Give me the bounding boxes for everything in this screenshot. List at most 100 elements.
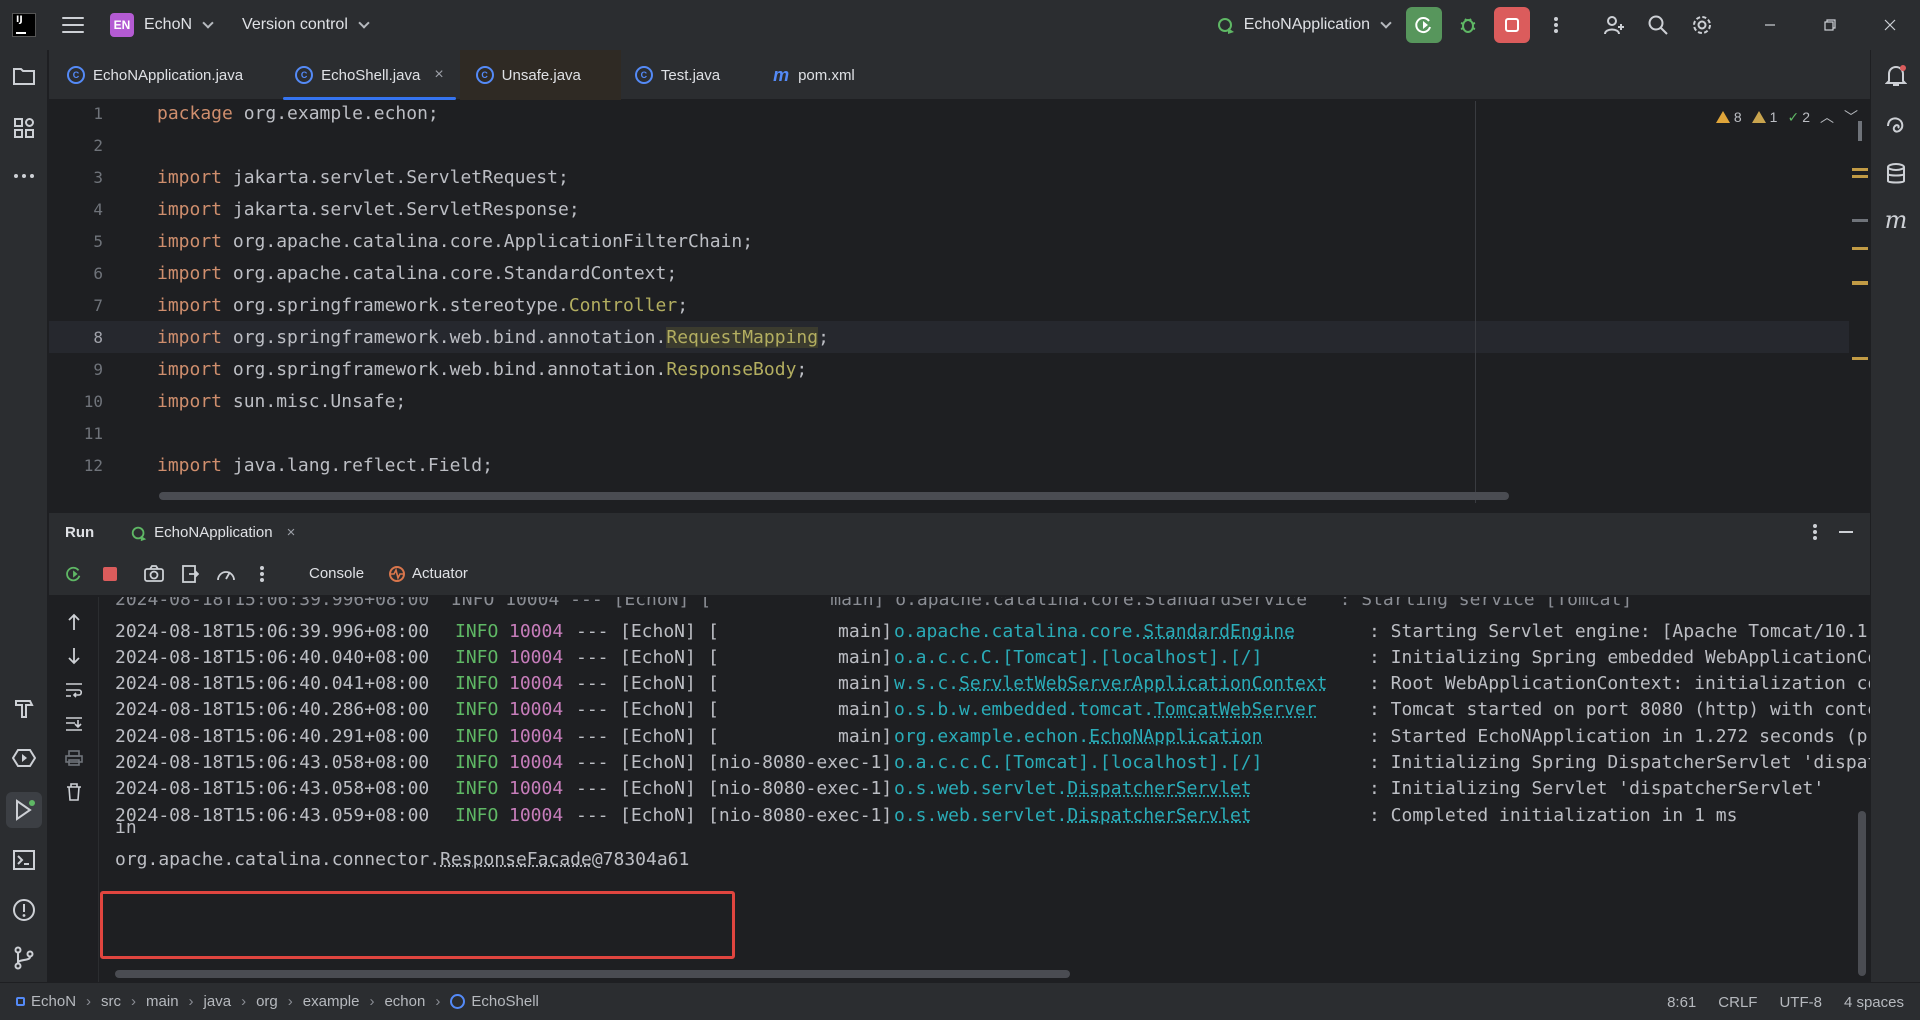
more-actions-button[interactable] — [1538, 7, 1574, 43]
print-icon[interactable] — [63, 747, 85, 769]
line-number[interactable]: 11 — [49, 424, 103, 443]
structure-tool-button[interactable] — [12, 116, 36, 140]
chevron-down-icon[interactable] — [202, 17, 214, 29]
debug-button[interactable] — [1450, 7, 1486, 43]
minimize-button[interactable] — [1740, 0, 1800, 50]
soft-wrap-icon[interactable] — [63, 679, 85, 701]
logger-class-link[interactable]: DispatcherServlet — [1067, 805, 1251, 826]
breadcrumb-item[interactable]: echon — [384, 993, 425, 1010]
close-tab-icon[interactable]: × — [434, 66, 443, 84]
code-line[interactable]: 7 import org.springframework.stereotype.C… — [49, 289, 1849, 321]
log-logger[interactable]: o.a.c.c.C.[Tomcat].[localhost].[/] — [894, 752, 1369, 773]
stop-button[interactable] — [1494, 7, 1530, 43]
close-tab-icon[interactable]: × — [287, 524, 296, 541]
log-logger[interactable]: o.a.c.c.C.[Tomcat].[localhost].[/] — [894, 647, 1369, 668]
project-name[interactable]: EchoN — [144, 16, 192, 34]
code-editor[interactable]: 1 package org.example.echon; 2 3 import jaka… — [49, 101, 1870, 503]
editor-horizontal-scrollbar[interactable] — [159, 492, 1509, 500]
line-number[interactable]: 8 — [49, 328, 103, 347]
code-line[interactable]: 5 import org.apache.catalina.core.Applica… — [49, 225, 1849, 257]
code-line[interactable]: 9 import org.springframework.web.bind.ann… — [49, 353, 1849, 385]
tab-pom[interactable]: m pom.xml — [756, 50, 871, 100]
main-menu-icon[interactable] — [62, 17, 84, 33]
chevron-down-icon[interactable] — [1380, 17, 1392, 29]
tab-unsafe[interactable]: C Unsafe.java — [459, 50, 621, 100]
logger-class-link[interactable]: ServletWebServerApplicationContext — [959, 673, 1327, 694]
tab-console[interactable]: Console — [301, 565, 372, 582]
tab-echoshell[interactable]: C EchoShell.java × — [279, 50, 460, 100]
more-vertical-icon[interactable] — [251, 563, 273, 585]
scroll-to-end-icon[interactable] — [63, 713, 85, 735]
code-line[interactable]: 3 import jakarta.servlet.ServletRequest; — [49, 161, 1849, 193]
logger-class-link[interactable]: StandardEngine — [1143, 621, 1295, 642]
version-control-menu[interactable]: Version control — [242, 16, 348, 34]
add-user-button[interactable] — [1596, 7, 1632, 43]
stop-icon[interactable] — [99, 563, 121, 585]
tab-test[interactable]: C Test.java — [621, 50, 756, 100]
notifications-button[interactable] — [1884, 64, 1908, 88]
breadcrumb-item[interactable]: org — [256, 993, 278, 1010]
line-number[interactable]: 2 — [49, 136, 103, 155]
chevron-down-icon[interactable] — [358, 17, 370, 29]
log-logger[interactable]: o.apache.catalina.core.StandardEngine — [894, 621, 1369, 642]
more-vertical-icon[interactable] — [1812, 523, 1818, 541]
line-number[interactable]: 3 — [49, 168, 103, 187]
problems-tool-button[interactable] — [12, 898, 36, 922]
tab-echonapplication[interactable]: C EchoNApplication.java — [49, 50, 259, 100]
file-encoding[interactable]: UTF-8 — [1779, 994, 1822, 1011]
gauge-icon[interactable] — [215, 563, 237, 585]
scroll-thumb[interactable] — [1858, 121, 1862, 141]
console-output[interactable]: 2024-08-18T15:06:39.996+08:00 INFO 10004… — [100, 597, 1870, 982]
inspection-widget[interactable]: 8 1 ✓ 2 ︿ ﹀ — [1715, 107, 1858, 127]
arrow-up-icon[interactable] — [63, 611, 85, 633]
console-vertical-scrollbar[interactable] — [1858, 811, 1866, 976]
line-number[interactable]: 4 — [49, 200, 103, 219]
logger-class-link[interactable]: EchoNApplication — [1089, 726, 1262, 747]
settings-button[interactable] — [1684, 7, 1720, 43]
tab-actuator[interactable]: Actuator — [388, 565, 468, 583]
log-logger[interactable]: w.s.c.ServletWebServerApplicationContext — [894, 673, 1369, 694]
run-config-selector[interactable]: EchoNApplication — [1216, 15, 1392, 35]
search-button[interactable] — [1640, 7, 1676, 43]
ai-assistant-button[interactable] — [1884, 114, 1908, 138]
project-badge[interactable]: EN — [110, 13, 134, 37]
project-tool-button[interactable] — [12, 64, 36, 88]
code-line[interactable]: 12 import java.lang.reflect.Field; — [49, 449, 1849, 481]
code-line[interactable]: 2 — [49, 129, 1849, 161]
logger-class-link[interactable]: TomcatWebServer — [1154, 699, 1317, 720]
run-tool-button[interactable] — [6, 792, 42, 828]
build-tool-button[interactable] — [12, 696, 36, 720]
breadcrumb-item[interactable]: main — [146, 993, 179, 1010]
log-logger[interactable]: o.s.b.w.embedded.tomcat.TomcatWebServer — [894, 699, 1369, 720]
code-line[interactable]: 11 — [49, 417, 1849, 449]
hide-panel-icon[interactable] — [1838, 523, 1854, 541]
maven-tool-button[interactable]: m — [1884, 206, 1908, 234]
line-number[interactable]: 5 — [49, 232, 103, 251]
breadcrumb-item[interactable]: example — [303, 993, 360, 1010]
line-number[interactable]: 1 — [49, 104, 103, 123]
log-logger[interactable]: o.s.web.servlet.DispatcherServlet — [894, 805, 1369, 826]
code-line[interactable]: 10 import sun.misc.Unsafe; — [49, 385, 1849, 417]
line-number[interactable]: 10 — [49, 392, 103, 411]
breadcrumb-item[interactable]: EchoN — [31, 993, 76, 1010]
close-window-button[interactable] — [1860, 0, 1920, 50]
git-tool-button[interactable] — [12, 946, 36, 970]
rerun-button[interactable] — [1406, 7, 1442, 43]
breadcrumb-item[interactable]: java — [204, 993, 232, 1010]
line-number[interactable]: 7 — [49, 296, 103, 315]
code-line[interactable]: 6 import org.apache.catalina.core.Standar… — [49, 257, 1849, 289]
log-logger[interactable]: o.s.web.servlet.DispatcherServlet — [894, 778, 1369, 799]
rerun-icon[interactable] — [63, 563, 85, 585]
database-tool-button[interactable] — [1884, 162, 1908, 186]
code-line[interactable]: 4 import jakarta.servlet.ServletResponse; — [49, 193, 1849, 225]
services-tool-button[interactable] — [12, 746, 36, 770]
camera-icon[interactable] — [143, 563, 165, 585]
trash-icon[interactable] — [63, 781, 85, 803]
intellij-logo-icon[interactable]: IJ — [12, 13, 36, 37]
log-logger[interactable]: org.example.echon.EchoNApplication — [894, 726, 1369, 747]
caret-position[interactable]: 8:61 — [1667, 994, 1696, 1011]
warnings-count[interactable]: 8 — [1715, 109, 1742, 125]
indent-setting[interactable]: 4 spaces — [1844, 994, 1904, 1011]
line-number[interactable]: 9 — [49, 360, 103, 379]
breadcrumb-item[interactable]: EchoShell — [471, 993, 539, 1010]
